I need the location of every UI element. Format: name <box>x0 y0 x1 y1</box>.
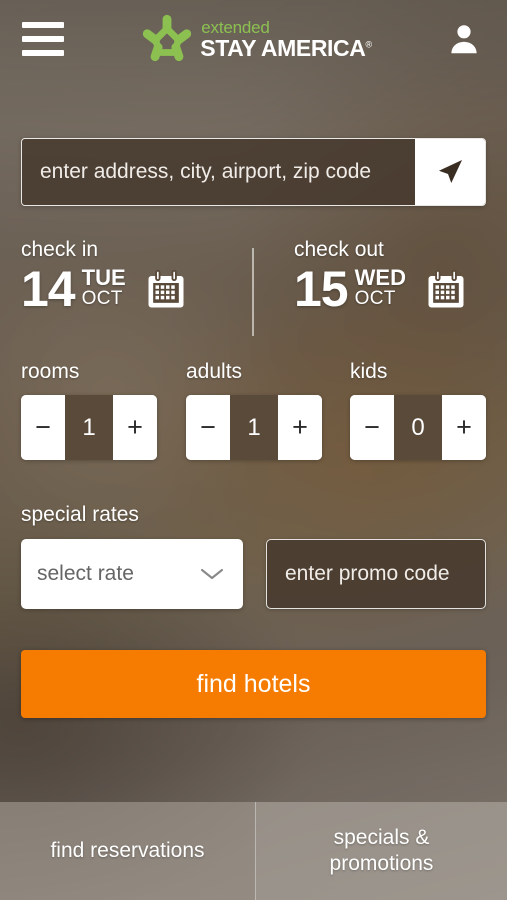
checkout-weekday-month: WED OCT <box>355 266 406 312</box>
user-avatar-glyph <box>451 25 477 54</box>
date-divider <box>252 248 254 336</box>
checkout-month: OCT <box>354 288 396 310</box>
rooms-stepper: − 1 + <box>21 395 157 460</box>
brand-logo[interactable]: extended STAY AMERICA® <box>70 13 443 65</box>
app-header: extended STAY AMERICA® <box>0 0 507 78</box>
navigation-arrow-glyph <box>438 159 463 184</box>
select-rate-value: select rate <box>37 562 134 585</box>
tab-specials-promotions[interactable]: specials & promotions <box>255 802 507 900</box>
adults-value: 1 <box>230 395 278 460</box>
checkin-weekday-month: TUE OCT <box>82 266 126 312</box>
special-rates-label: special rates <box>21 503 139 526</box>
checkin-month: OCT <box>81 288 123 310</box>
tab-find-reservations[interactable]: find reservations <box>0 802 255 900</box>
checkin-value-row: 14 TUE OCT <box>21 261 187 318</box>
checkin-day: 14 <box>21 261 76 318</box>
navigation-arrow-icon[interactable] <box>415 139 485 205</box>
kids-decrement-button[interactable]: − <box>350 395 394 460</box>
hamburger-bar <box>22 22 64 28</box>
location-search-bar <box>21 138 486 206</box>
brand-logo-text: extended STAY AMERICA® <box>200 17 372 61</box>
app-root: extended STAY AMERICA® check in 14 <box>0 0 507 900</box>
kids-increment-button[interactable]: + <box>442 395 486 460</box>
rooms-stepper-group: rooms − 1 + <box>21 360 157 460</box>
checkout-label: check out <box>294 238 384 261</box>
rooms-value: 1 <box>65 395 113 460</box>
checkin-weekday: TUE <box>81 265 126 290</box>
hamburger-menu-icon[interactable] <box>22 22 64 56</box>
checkin-block[interactable]: check in 14 TUE OCT <box>21 238 187 318</box>
logo-extended-text: extended <box>201 17 270 37</box>
special-rates-section: special rates select rate <box>0 503 507 609</box>
hamburger-bar <box>22 36 64 42</box>
checkout-block[interactable]: check out 15 WED OCT <box>294 238 467 318</box>
promo-code-input[interactable] <box>266 539 486 609</box>
kids-label: kids <box>350 360 388 383</box>
adults-decrement-button[interactable]: − <box>186 395 230 460</box>
calendar-icon[interactable] <box>145 269 187 311</box>
rooms-label: rooms <box>21 360 80 383</box>
kids-stepper: − 0 + <box>350 395 486 460</box>
checkout-value-row: 15 WED OCT <box>294 261 467 318</box>
adults-stepper: − 1 + <box>186 395 322 460</box>
registered-mark: ® <box>365 38 372 49</box>
kids-value: 0 <box>394 395 442 460</box>
select-rate-dropdown[interactable]: select rate <box>21 539 243 609</box>
checkout-weekday: WED <box>354 265 406 290</box>
adults-stepper-group: adults − 1 + <box>186 360 322 460</box>
user-avatar-icon[interactable] <box>443 18 485 60</box>
chevron-down-icon <box>200 568 224 580</box>
checkout-day: 15 <box>294 261 349 318</box>
checkin-label: check in <box>21 238 99 261</box>
rooms-decrement-button[interactable]: − <box>21 395 65 460</box>
date-selection: check in 14 TUE OCT check out 15 WED OCT <box>0 238 507 343</box>
special-rates-row: select rate <box>0 539 507 609</box>
logo-main-text: STAY AMERICA® <box>200 34 372 61</box>
kids-stepper-group: kids − 0 + <box>350 360 486 460</box>
adults-label: adults <box>186 360 243 383</box>
search-input[interactable] <box>22 139 415 205</box>
rooms-increment-button[interactable]: + <box>113 395 157 460</box>
hamburger-bar <box>22 50 64 56</box>
adults-increment-button[interactable]: + <box>278 395 322 460</box>
calendar-icon[interactable] <box>425 269 467 311</box>
green-star-logo-icon <box>143 14 192 62</box>
bottom-tab-bar: find reservations specials & promotions <box>0 802 507 900</box>
find-hotels-button[interactable]: find hotels <box>21 650 486 718</box>
